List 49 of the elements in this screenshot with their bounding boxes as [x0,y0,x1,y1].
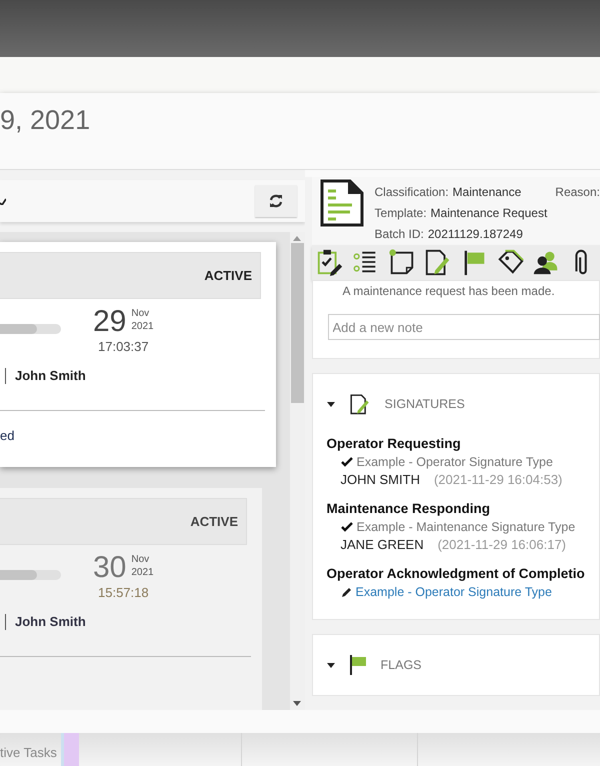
field-label: Reason: [555,185,600,199]
chevron-icon[interactable] [0,197,6,205]
user-name: John Smith [5,368,86,384]
signature-role: Maintenance Responding [326,501,492,516]
dialog-title: 9, 2021 [0,105,90,136]
signer-name: JANE GREEN [340,537,424,552]
date-year: 2021 [131,566,154,579]
date-year: 2021 [131,320,154,333]
time-label: 17:03:37 [98,339,149,354]
note-text: A maintenance request has been made. [342,284,556,298]
time-label: 15:57:18 [98,585,149,600]
refresh-button[interactable] [254,185,297,217]
clipboard-check-icon [316,247,344,278]
section-title: SIGNATURES [384,397,465,411]
card-footer-text: ed [0,428,16,443]
signature-type: Example - Maintenance Signature Type [356,520,576,534]
refresh-icon [268,194,283,208]
sign-link[interactable]: Example - Operator Signature Type [356,585,552,599]
user-name: John Smith [5,614,86,630]
signature-type: Example - Operator Signature Type [356,455,553,469]
date-day: 29 [93,305,126,339]
signature-role: Operator Requesting [326,436,462,451]
field-value: Maintenance Request [430,206,548,220]
date-month: Nov [131,307,150,320]
status-label: ACTIVE [204,268,252,283]
field-value: 20211129.187249 [428,227,523,241]
signature-document-icon [424,247,452,278]
date-month: Nov [131,553,150,566]
status-label: ACTIVE [190,514,238,529]
date-day: 30 [93,551,126,585]
pencil-icon [340,586,352,598]
signature-document-icon [348,393,371,415]
check-icon [340,522,353,532]
field-value: Maintenance [452,185,522,199]
signature-timestamp: (2021-11-29 16:06:17) [438,537,566,552]
collapse-caret-icon[interactable] [326,662,335,668]
taskbar-color-block [60,733,79,766]
note-input-field[interactable]: Add a new note [328,314,600,340]
check-icon [340,457,353,467]
signer-name: JOHN SMITH [340,472,420,487]
field-label: Template: [374,206,427,220]
signature-timestamp: (2021-11-29 16:04:53) [434,472,562,487]
flag-icon [348,655,367,675]
field-label: Classification: [374,185,449,199]
scroll-down-arrow-icon[interactable] [293,701,302,706]
signature-role: Operator Acknowledgment of Completio [326,566,586,581]
section-title: FLAGS [380,658,422,672]
field-label: Batch ID: [374,227,424,241]
collapse-caret-icon[interactable] [326,402,335,406]
